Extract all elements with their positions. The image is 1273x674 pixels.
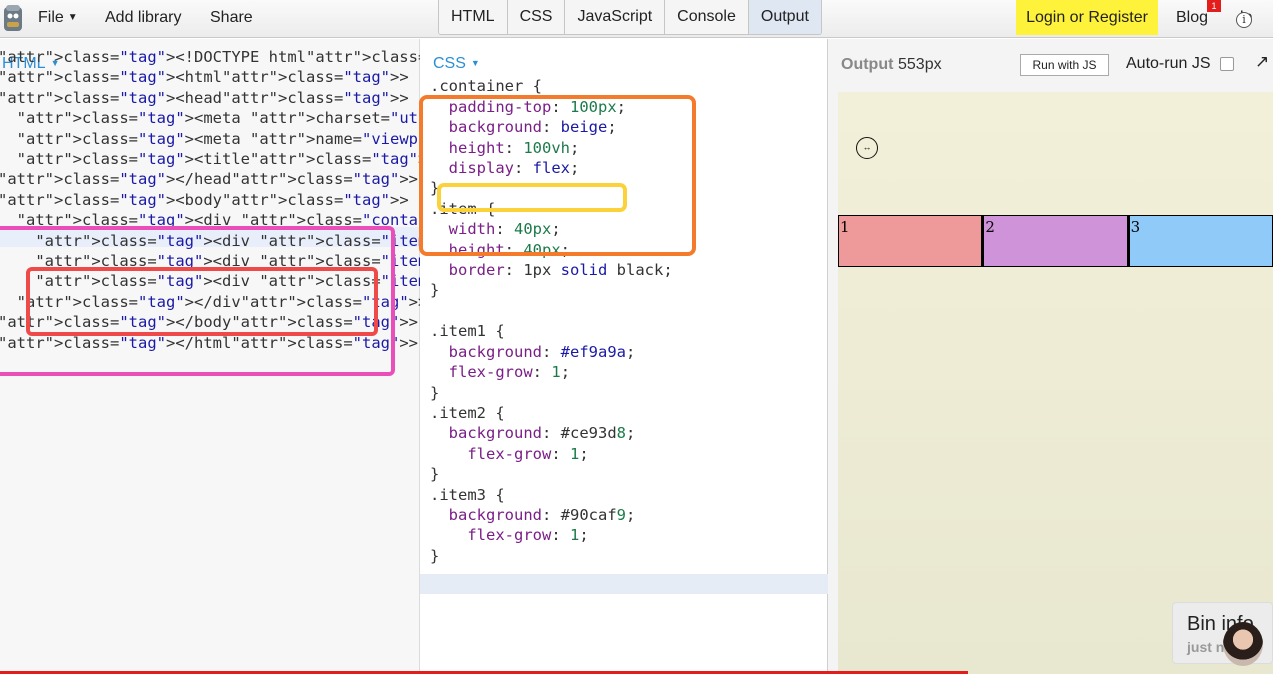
annotation-items-box <box>26 267 378 336</box>
css-code-line[interactable]: .item3 { <box>430 485 673 505</box>
css-code-line[interactable]: border: 1px solid black; <box>430 260 673 280</box>
info-icon[interactable]: i <box>1236 12 1252 28</box>
css-code-line[interactable]: } <box>430 280 673 300</box>
file-menu-label: File <box>38 9 64 26</box>
tab-javascript[interactable]: JavaScript <box>565 0 666 34</box>
css-code-line[interactable]: background: #ef9a9a; <box>430 342 673 362</box>
css-code-line[interactable] <box>430 301 673 321</box>
css-code-line[interactable]: flex-grow: 1; <box>430 444 673 464</box>
resize-cursor-icon: ↔ <box>856 137 878 159</box>
output-title: Output <box>841 56 894 73</box>
css-code-line[interactable] <box>430 56 673 76</box>
autorun-js-label: Auto-run JS <box>1126 55 1211 72</box>
top-toolbar: File ▼ Add library Share HTML CSS JavaScr… <box>0 0 1273 38</box>
annotation-display-flex-box <box>437 183 627 212</box>
flex-item-2: 2 <box>982 215 1128 267</box>
css-code-line[interactable]: .item1 { <box>430 321 673 341</box>
tab-console[interactable]: Console <box>665 0 749 34</box>
css-code-line[interactable]: } <box>430 546 673 566</box>
tab-css[interactable]: CSS <box>507 0 566 34</box>
css-code-line[interactable]: flex-grow: 1; <box>430 362 673 382</box>
css-code-line[interactable]: } <box>430 464 673 484</box>
file-menu[interactable]: File ▼ <box>38 9 78 27</box>
blog-notification-badge: 1 <box>1207 0 1221 12</box>
css-code-line[interactable]: flex-grow: 1; <box>430 525 673 545</box>
share-menu[interactable]: Share <box>210 9 253 27</box>
css-code-line[interactable]: } <box>430 383 673 403</box>
login-register-button[interactable]: Login or Register <box>1016 0 1158 35</box>
css-code-line[interactable]: background: #90caf9; <box>430 505 673 525</box>
flex-container-preview: 1 2 3 <box>838 215 1273 267</box>
presenter-avatar <box>1223 622 1263 666</box>
css-code-line[interactable]: .item2 { <box>430 403 673 423</box>
output-preview[interactable] <box>838 92 1273 674</box>
current-line-highlight-css <box>420 574 828 594</box>
flex-item-3: 3 <box>1127 215 1273 267</box>
panel-tabs: HTML CSS JavaScript Console Output <box>438 0 822 35</box>
tab-html[interactable]: HTML <box>439 0 508 34</box>
caret-down-icon: ▼ <box>67 12 78 23</box>
run-with-js-button[interactable]: Run with JS <box>1020 54 1109 76</box>
annotation-container-box <box>419 95 696 256</box>
output-width: 553px <box>898 56 942 73</box>
css-code-line[interactable]: .container { <box>430 76 673 96</box>
flex-item-1: 1 <box>838 215 983 267</box>
bin-info-subtitle: just n <box>1187 639 1225 655</box>
tab-output[interactable]: Output <box>748 0 821 34</box>
expand-arrow-icon[interactable]: ↗ <box>1255 52 1269 72</box>
css-code-line[interactable]: background: #ce93d8; <box>430 423 673 443</box>
add-library-menu[interactable]: Add library <box>105 9 181 27</box>
autorun-js-checkbox[interactable] <box>1220 57 1234 71</box>
blog-link[interactable]: Blog <box>1176 9 1208 27</box>
jsbin-logo-icon[interactable] <box>2 3 24 33</box>
